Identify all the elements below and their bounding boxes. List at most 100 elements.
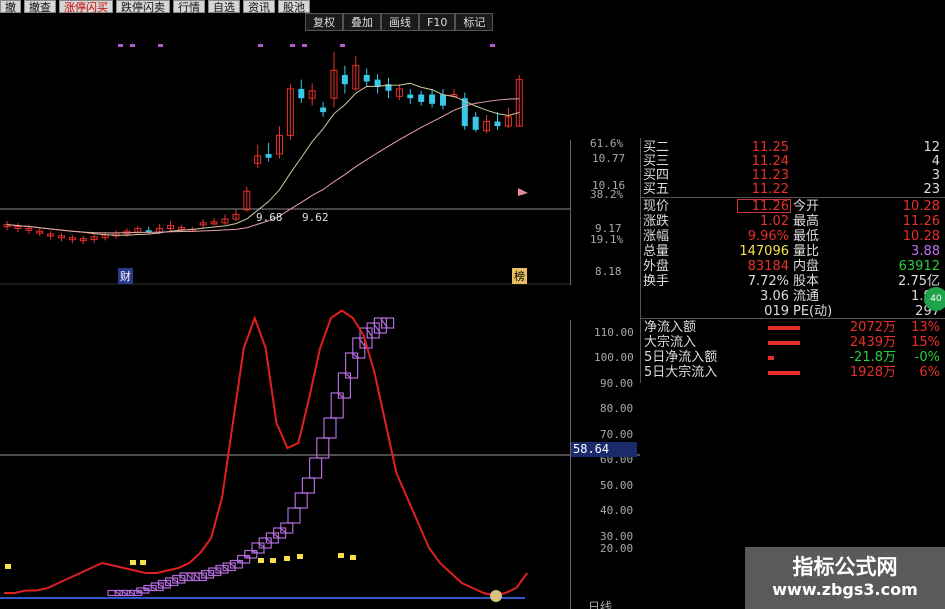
value-tick: 50.00 <box>600 479 634 492</box>
flow-amount: 2072万 <box>849 320 896 335</box>
stat-label-2: 最低 <box>793 229 820 244</box>
signal-marker-yellow <box>338 553 344 558</box>
step-box <box>150 582 164 592</box>
bid-volume: 12 <box>923 140 940 155</box>
stock-chart-window: 撤 撤查 涨停闪买 跌停闪卖 行情 自选 资讯 股池 复权 叠加 画线 F10 … <box>0 0 945 609</box>
flow-bar <box>768 371 800 375</box>
candle-body <box>472 116 479 130</box>
signal-marker <box>302 44 307 47</box>
price-tick: 38.2% <box>590 188 624 201</box>
flow-percent: 15% <box>911 335 940 350</box>
indicator-line <box>4 309 529 597</box>
bid-price: 11.25 <box>751 140 789 155</box>
price-tick: 10.77 <box>592 152 626 165</box>
value-tick: 40.00 <box>600 504 634 517</box>
flow-bar <box>768 341 800 345</box>
price-tick: 19.1% <box>590 233 624 246</box>
stat-value: 83184 <box>747 259 789 274</box>
step-box <box>165 577 179 587</box>
signal-marker-yellow <box>140 560 146 565</box>
stat-value-2: 11.26 <box>902 214 940 229</box>
candle-body <box>298 88 305 99</box>
stat-value: 3.06 <box>760 289 789 304</box>
value-tick: 70.00 <box>600 428 634 441</box>
signal-marker-yellow <box>284 556 290 561</box>
value-tick: 110.00 <box>594 326 634 339</box>
step-box <box>330 392 344 419</box>
stat-label: 涨跌 <box>643 214 670 229</box>
value-tick: 100.00 <box>594 351 634 364</box>
stat-label-2: 今开 <box>793 199 820 214</box>
flow-percent: 13% <box>911 320 940 335</box>
ma-label: 9.62 <box>302 211 329 224</box>
stat-label-2: 内盘 <box>793 259 820 274</box>
candle-body <box>320 107 327 113</box>
candle-body <box>418 94 425 102</box>
step-box <box>294 492 308 509</box>
value-tick: 80.00 <box>600 402 634 415</box>
stat-label-2: 流通 <box>793 289 820 304</box>
signal-marker <box>158 44 163 47</box>
price-pointer <box>518 188 528 196</box>
candle-body <box>265 154 272 158</box>
ranking-badge[interactable]: 榜 <box>512 268 527 284</box>
flow-amount: 2439万 <box>849 335 896 350</box>
panel-divider <box>640 318 945 319</box>
signal-marker-yellow <box>258 558 264 563</box>
bid-level-label: 买三 <box>643 154 670 169</box>
candle-body <box>341 74 348 85</box>
period-label[interactable]: 日线 <box>588 598 612 609</box>
signal-marker <box>340 44 345 47</box>
step-box <box>309 457 323 479</box>
step-box <box>222 562 236 572</box>
bid-level-label: 买二 <box>643 140 670 155</box>
stat-value-2: 10.28 <box>902 199 940 214</box>
flow-label: 大宗流入 <box>644 335 697 350</box>
signal-marker <box>290 44 295 47</box>
signal-marker-yellow <box>5 564 11 569</box>
watermark: 指标公式网 www.zbgs3.com <box>745 547 945 609</box>
step-box <box>345 352 359 379</box>
flow-amount: -21.8万 <box>849 350 896 365</box>
signal-marker <box>130 44 135 47</box>
signal-marker-yellow <box>130 560 136 565</box>
flow-percent: 6% <box>919 365 940 380</box>
step-box <box>373 317 387 334</box>
stat-value: 019 <box>764 304 789 319</box>
candle-body <box>440 94 446 106</box>
signal-marker-yellow <box>270 558 276 563</box>
stat-label: 现价 <box>643 199 670 214</box>
bid-level-label: 买五 <box>643 182 670 197</box>
stat-value: 9.96% <box>747 229 789 244</box>
stat-value-2: 3.88 <box>911 244 940 259</box>
bid-volume: 3 <box>931 168 940 183</box>
flow-label: 5日大宗流入 <box>644 365 718 380</box>
percent-circle[interactable]: 40 <box>924 287 945 311</box>
value-tick: 90.00 <box>600 377 634 390</box>
signal-marker <box>490 44 495 47</box>
event-marker[interactable] <box>490 590 502 602</box>
step-box <box>201 569 215 579</box>
candle-body <box>407 94 414 99</box>
flow-label: 5日净流入额 <box>644 350 718 365</box>
bid-volume: 23 <box>923 182 940 197</box>
lower-axis-line <box>570 320 571 609</box>
signal-marker-yellow <box>297 554 303 559</box>
signal-marker <box>258 44 263 47</box>
signal-marker <box>118 44 123 47</box>
panel-left-border <box>640 138 641 383</box>
finance-badge[interactable]: 财 <box>118 268 133 284</box>
ma-label: 9.68 <box>256 211 283 224</box>
stat-label-2: PE(动) <box>793 304 833 319</box>
panel-divider <box>640 197 945 198</box>
current-value-tag: 58.64 <box>571 442 637 457</box>
flow-percent: -0% <box>914 350 940 365</box>
price-highlight-box <box>737 199 791 213</box>
stat-value: 1.02 <box>760 214 789 229</box>
stat-label: 换手 <box>643 274 670 289</box>
flow-label: 净流入额 <box>644 320 697 335</box>
step-box <box>172 574 186 584</box>
bid-price: 11.23 <box>751 168 789 183</box>
flow-bar <box>768 326 800 330</box>
value-tick: 20.00 <box>600 542 634 555</box>
